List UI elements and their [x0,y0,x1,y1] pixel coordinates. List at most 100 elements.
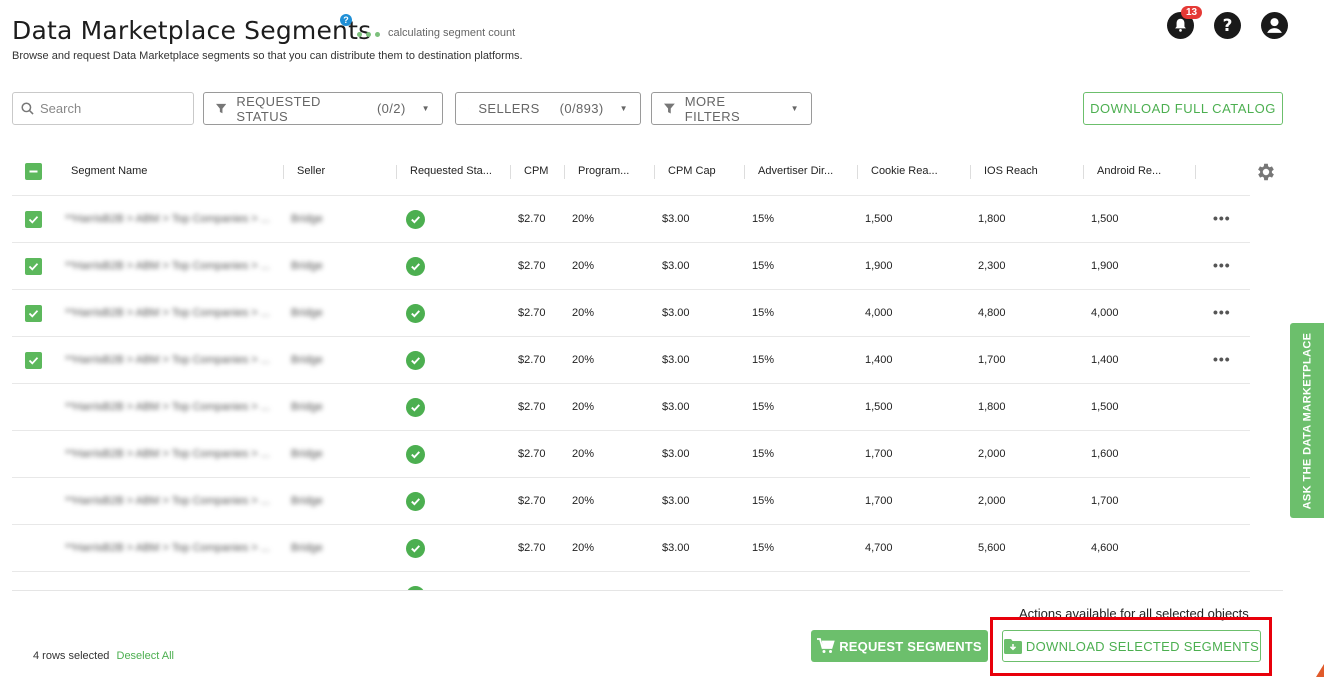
column-header-cpm-cap[interactable]: CPM Cap [668,165,716,177]
table-row[interactable]: **HarrisB2B > ABM > Top Companies > ... B… [12,196,1250,243]
cell-advertiser-direct: 15% [752,213,775,225]
cell-cpm: $2.70 [518,401,546,413]
row-checkbox[interactable] [25,211,42,228]
cell-advertiser-direct: 15% [752,354,775,366]
column-header-advertiser-direct[interactable]: Advertiser Dir... [758,165,833,177]
cell-segment-name: **HarrisB2B > ABM > Top Companies > ... [65,354,270,366]
cell-cpm: $2.70 [518,542,546,554]
help-icon[interactable]: ? [340,14,352,26]
table-row[interactable]: **HarrisB2B > ABM > Top Companies > ... B… [12,431,1250,478]
table-row[interactable]: **HarrisB2B > ABM > Top Companies > ... B… [12,243,1250,290]
cell-seller: Bridge [291,495,323,507]
column-divider[interactable] [857,165,858,179]
column-header-cpm[interactable]: CPM [524,165,548,177]
download-selected-segments-button[interactable]: DOWNLOAD SELECTED SEGMENTS [1002,630,1261,662]
filter-count: (0/893) [559,101,604,116]
column-header-seller[interactable]: Seller [297,165,325,177]
cell-android-reach: 1,700 [1091,495,1119,507]
user-menu-button[interactable] [1261,12,1288,39]
cell-seller: Bridge [291,542,323,554]
column-divider[interactable] [970,165,971,179]
column-divider[interactable] [1195,165,1196,179]
table-row[interactable]: **HarrisB2B > ABM > Top Companies > ... B… [12,478,1250,525]
requested-status-filter[interactable]: REQUESTED STATUS (0/2) ▼ [203,92,443,125]
table-row[interactable]: **HarrisB2B > ABM > Top Companies > ... B… [12,525,1250,572]
column-header-ios-reach[interactable]: IOS Reach [984,165,1038,177]
column-divider[interactable] [564,165,565,179]
column-header-cookie-reach[interactable]: Cookie Rea... [871,165,938,177]
cell-cookie-reach: 1,400 [865,354,893,366]
cell-cpm-cap: $3.00 [662,260,690,272]
help-button[interactable]: ? [1214,12,1241,39]
notifications-button[interactable]: 13 [1167,6,1203,39]
column-header-program[interactable]: Program... [578,165,629,177]
cell-cookie-reach: 1,500 [865,401,893,413]
column-divider[interactable] [396,165,397,179]
search-box[interactable] [12,92,194,125]
column-divider[interactable] [283,165,284,179]
cell-ios-reach: 1,800 [978,401,1006,413]
row-checkbox[interactable] [25,352,42,369]
check-icon [28,310,39,318]
cell-cpm: $2.70 [518,307,546,319]
row-checkbox-empty[interactable] [25,399,42,416]
cell-android-reach: 1,400 [1091,354,1119,366]
row-checkbox-empty[interactable] [25,493,42,510]
row-checkbox-empty[interactable] [25,446,42,463]
cell-program: 20% [572,213,595,225]
column-header-requested-status[interactable]: Requested Sta... [410,165,492,177]
row-checkbox-empty[interactable] [25,540,42,557]
column-divider[interactable] [744,165,745,179]
check-icon [28,263,39,271]
cell-segment-name: **HarrisB2B > ABM > Top Companies > ... [65,307,270,319]
table-body: **HarrisB2B > ABM > Top Companies > ... B… [12,196,1250,590]
cell-android-reach: 1,500 [1091,401,1119,413]
cell-cookie-reach: 1,700 [865,495,893,507]
column-header-segment-name[interactable]: Segment Name [71,165,147,177]
row-checkbox[interactable] [25,305,42,322]
more-icon[interactable]: ••• [1213,351,1231,367]
column-divider[interactable] [510,165,511,179]
more-filters-button[interactable]: MORE FILTERS ▼ [651,92,812,125]
cell-segment-name: **HarrisB2B > ABM > Top Companies > ... [65,448,270,460]
more-icon[interactable]: ••• [1213,304,1231,320]
gear-icon[interactable] [1255,161,1277,183]
more-icon[interactable]: ••• [1213,210,1231,226]
cell-segment-name: **HarrisB2B > ABM > Top Companies > ... [65,495,270,507]
column-divider[interactable] [1083,165,1084,179]
search-input[interactable] [40,101,180,116]
check-circle-icon [406,492,425,511]
ask-data-marketplace-tab[interactable]: ASK THE DATA MARKETPLACE [1290,323,1324,518]
column-divider[interactable] [654,165,655,179]
cell-program: 20% [572,401,595,413]
row-checkbox[interactable] [25,258,42,275]
segments-table: Segment Name Seller Requested Sta... CPM… [12,150,1250,590]
download-full-catalog-button[interactable]: DOWNLOAD FULL CATALOG [1083,92,1283,125]
chevron-down-icon: ▼ [619,104,628,113]
download-selected-label: DOWNLOAD SELECTED SEGMENTS [1025,638,1260,654]
user-icon [1261,12,1288,39]
request-segments-button[interactable]: REQUEST SEGMENTS [811,630,988,662]
deselect-all-link[interactable]: Deselect All [117,650,174,662]
more-icon[interactable]: ••• [1213,257,1231,273]
cell-cpm-cap: $3.00 [662,213,690,225]
cell-seller: Bridge [291,213,323,225]
cell-seller: Bridge [291,354,323,366]
column-header-android-reach[interactable]: Android Re... [1097,165,1161,177]
cell-program: 20% [572,354,595,366]
cell-cookie-reach: 4,700 [865,542,893,554]
cell-cookie-reach: 4,000 [865,307,893,319]
table-row[interactable]: **HarrisB2B > ABM > Top Companies > ... B… [12,384,1250,431]
loading-indicator: calculating segment count [357,27,515,39]
table-row[interactable]: **HarrisB2B > ABM > Top Companies > ... B… [12,290,1250,337]
check-circle-icon [406,304,425,323]
cell-program: 20% [572,307,595,319]
table-row[interactable]: **HarrisB2B > ABM > Top Companies > ... B… [12,337,1250,384]
sellers-filter[interactable]: SELLERS (0/893) ▼ [455,92,641,125]
cell-ios-reach: 1,700 [978,354,1006,366]
notification-badge: 13 [1181,6,1203,19]
page-title: Data Marketplace Segments [12,16,372,45]
cell-ios-reach: 4,800 [978,307,1006,319]
cell-ios-reach: 5,600 [978,542,1006,554]
select-all-checkbox[interactable] [25,163,42,180]
